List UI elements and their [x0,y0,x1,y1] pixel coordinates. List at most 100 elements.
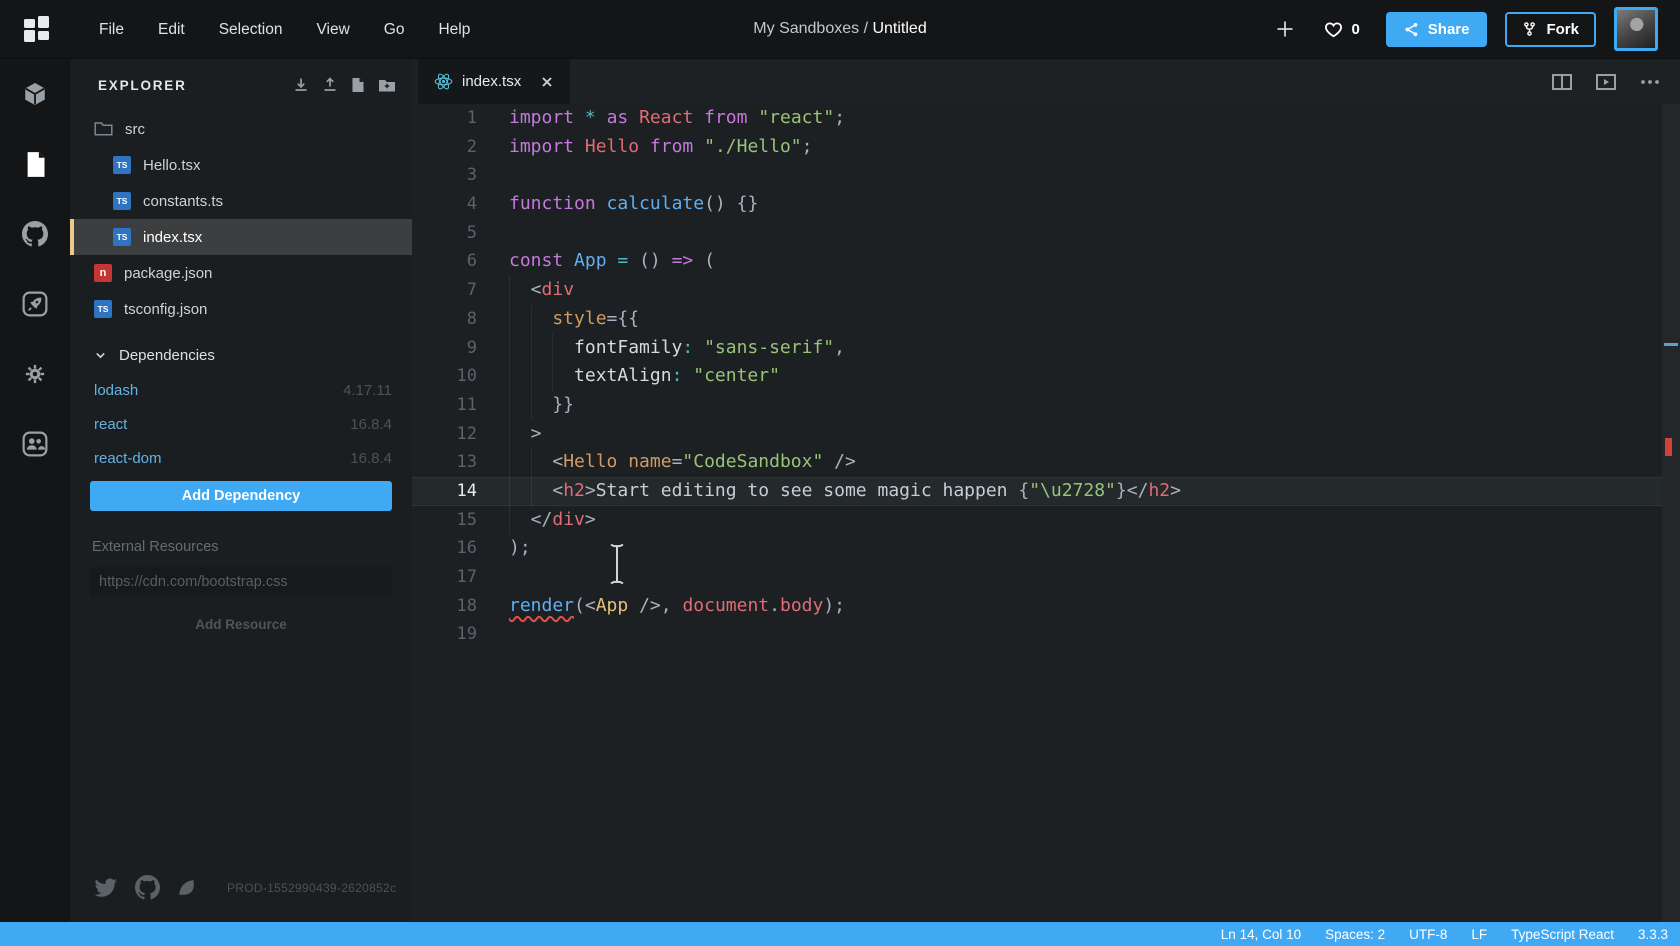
fork-button[interactable]: Fork [1505,11,1596,47]
code-line-content: import * as React from "react"; [509,107,846,128]
code-line-10[interactable]: 10 textAlign: "center" [412,362,1680,391]
status-indentation[interactable]: Spaces: 2 [1325,927,1385,942]
code-line-8[interactable]: 8 style={{ [412,305,1680,334]
activitybar-item-github[interactable] [0,199,70,269]
share-icon [1404,22,1419,37]
code-line-content: <h2>Start editing to see some magic happ… [509,477,1181,506]
line-number: 5 [466,222,477,243]
indent-guide [509,305,531,334]
code-line-13[interactable]: 13 <Hello name="CodeSandbox" /> [412,448,1680,477]
code-line-17[interactable]: 17 [412,563,1680,592]
tab-index-tsx[interactable]: index.tsx [418,59,571,104]
code-area[interactable]: 1 import * as React from "react"; 2 import … [412,104,1680,922]
menu-item-edit[interactable]: Edit [141,0,202,59]
activitybar-item-rocket[interactable] [0,269,70,339]
download-icon[interactable] [293,77,309,93]
share-button[interactable]: Share [1385,11,1488,47]
activitybar-item-people[interactable] [0,409,70,479]
indent-guide [531,362,553,391]
code-line-7[interactable]: 7 <div [412,276,1680,305]
close-icon[interactable] [540,75,554,89]
code-line-9[interactable]: 9 fontFamily: "sans-serif", [412,334,1680,363]
code-line-18[interactable]: 18 render(<App />, document.body); [412,592,1680,621]
scrollbar-error-marker [1665,438,1672,456]
activitybar-item-gear[interactable] [0,339,70,409]
indent-guide [509,420,531,449]
code-line-content: <Hello name="CodeSandbox" /> [509,448,856,477]
new-folder-icon[interactable] [378,78,396,93]
dependencies-section-header[interactable]: Dependencies [70,337,412,373]
tree-item-tsconfig-json[interactable]: TS tsconfig.json [70,291,412,327]
menu-item-file[interactable]: File [82,0,141,59]
status-line-ending[interactable]: LF [1471,927,1487,942]
new-sandbox-button[interactable] [1270,14,1300,44]
menu-item-view[interactable]: View [299,0,366,59]
code-line-content: textAlign: "center" [509,362,780,391]
code-line-4[interactable]: 4 function calculate() {} [412,190,1680,219]
ts-file-icon: TS [113,192,131,210]
code-line-1[interactable]: 1 import * as React from "react"; [412,104,1680,133]
dependency-react-dom[interactable]: react-dom 16.8.4 [70,441,412,475]
status-cursor-position[interactable]: Ln 14, Col 10 [1221,927,1301,942]
status-language[interactable]: TypeScript React [1511,927,1614,942]
indent-guide [531,305,553,334]
indent-guide [531,334,553,363]
spectrum-icon[interactable] [176,877,197,898]
tree-item-constants-ts[interactable]: TS constants.ts [70,183,412,219]
add-resource-button[interactable]: Add Resource [70,617,412,632]
dependency-react[interactable]: react 16.8.4 [70,407,412,441]
code-line-6[interactable]: 6 const App = () => ( [412,247,1680,276]
code-line-14[interactable]: 14 <h2>Start editing to see some magic ha… [412,476,1680,506]
open-preview-icon[interactable] [1596,73,1616,90]
code-line-content: > [509,420,542,449]
twitter-icon[interactable] [93,876,119,900]
code-line-11[interactable]: 11}} [412,391,1680,420]
menu-item-selection[interactable]: Selection [202,0,300,59]
external-resources-title: External Resources [92,539,219,555]
tree-item-src[interactable]: src [70,111,412,147]
code-line-12[interactable]: 12 > [412,420,1680,449]
code-line-19[interactable]: 19 [412,620,1680,649]
line-number: 13 [456,452,477,473]
tree-item-index-tsx[interactable]: TS index.tsx [70,219,412,255]
indent-guide [552,334,574,363]
activitybar-item-cube[interactable] [0,59,70,129]
code-line-2[interactable]: 2 import Hello from "./Hello"; [412,133,1680,162]
npm-file-icon: n [94,264,112,282]
code-line-3[interactable]: 3 [412,161,1680,190]
code-line-content: <div [509,276,574,305]
tree-item-Hello-tsx[interactable]: TS Hello.tsx [70,147,412,183]
file-name: package.json [124,264,213,282]
dependency-lodash[interactable]: lodash 4.17.11 [70,373,412,407]
activitybar-item-file[interactable] [0,129,70,199]
new-file-icon[interactable] [351,77,365,93]
code-line-15[interactable]: 15 </div> [412,506,1680,535]
github-social-icon[interactable] [135,875,160,900]
code-line-5[interactable]: 5 [412,219,1680,248]
split-view-icon[interactable] [1552,73,1572,90]
line-number: 8 [466,308,477,329]
line-number: 11 [456,394,477,415]
more-icon[interactable] [1640,79,1660,85]
scrollbar[interactable] [1662,104,1680,922]
add-dependency-button[interactable]: Add Dependency [90,481,392,511]
tree-item-package-json[interactable]: n package.json [70,255,412,291]
avatar[interactable] [1614,7,1658,51]
chevron-down-icon [94,349,107,362]
codesandbox-logo-icon[interactable] [24,16,50,42]
upload-icon[interactable] [322,77,338,93]
menu-item-go[interactable]: Go [367,0,422,59]
code-line-16[interactable]: 16); [412,534,1680,563]
ts-file-icon: TS [94,300,112,318]
status-version[interactable]: 3.3.3 [1638,927,1668,942]
external-resource-input[interactable] [90,567,392,597]
like-button[interactable]: 0 [1324,20,1360,38]
tabbar: index.tsx [412,59,1680,104]
gear-icon [22,361,48,387]
breadcrumb[interactable]: My Sandboxes / Untitled [753,20,926,38]
menu-item-help[interactable]: Help [421,0,487,59]
indent-guide [509,362,531,391]
dependency-name: react [94,415,128,433]
status-encoding[interactable]: UTF-8 [1409,927,1447,942]
line-number: 15 [456,509,477,530]
